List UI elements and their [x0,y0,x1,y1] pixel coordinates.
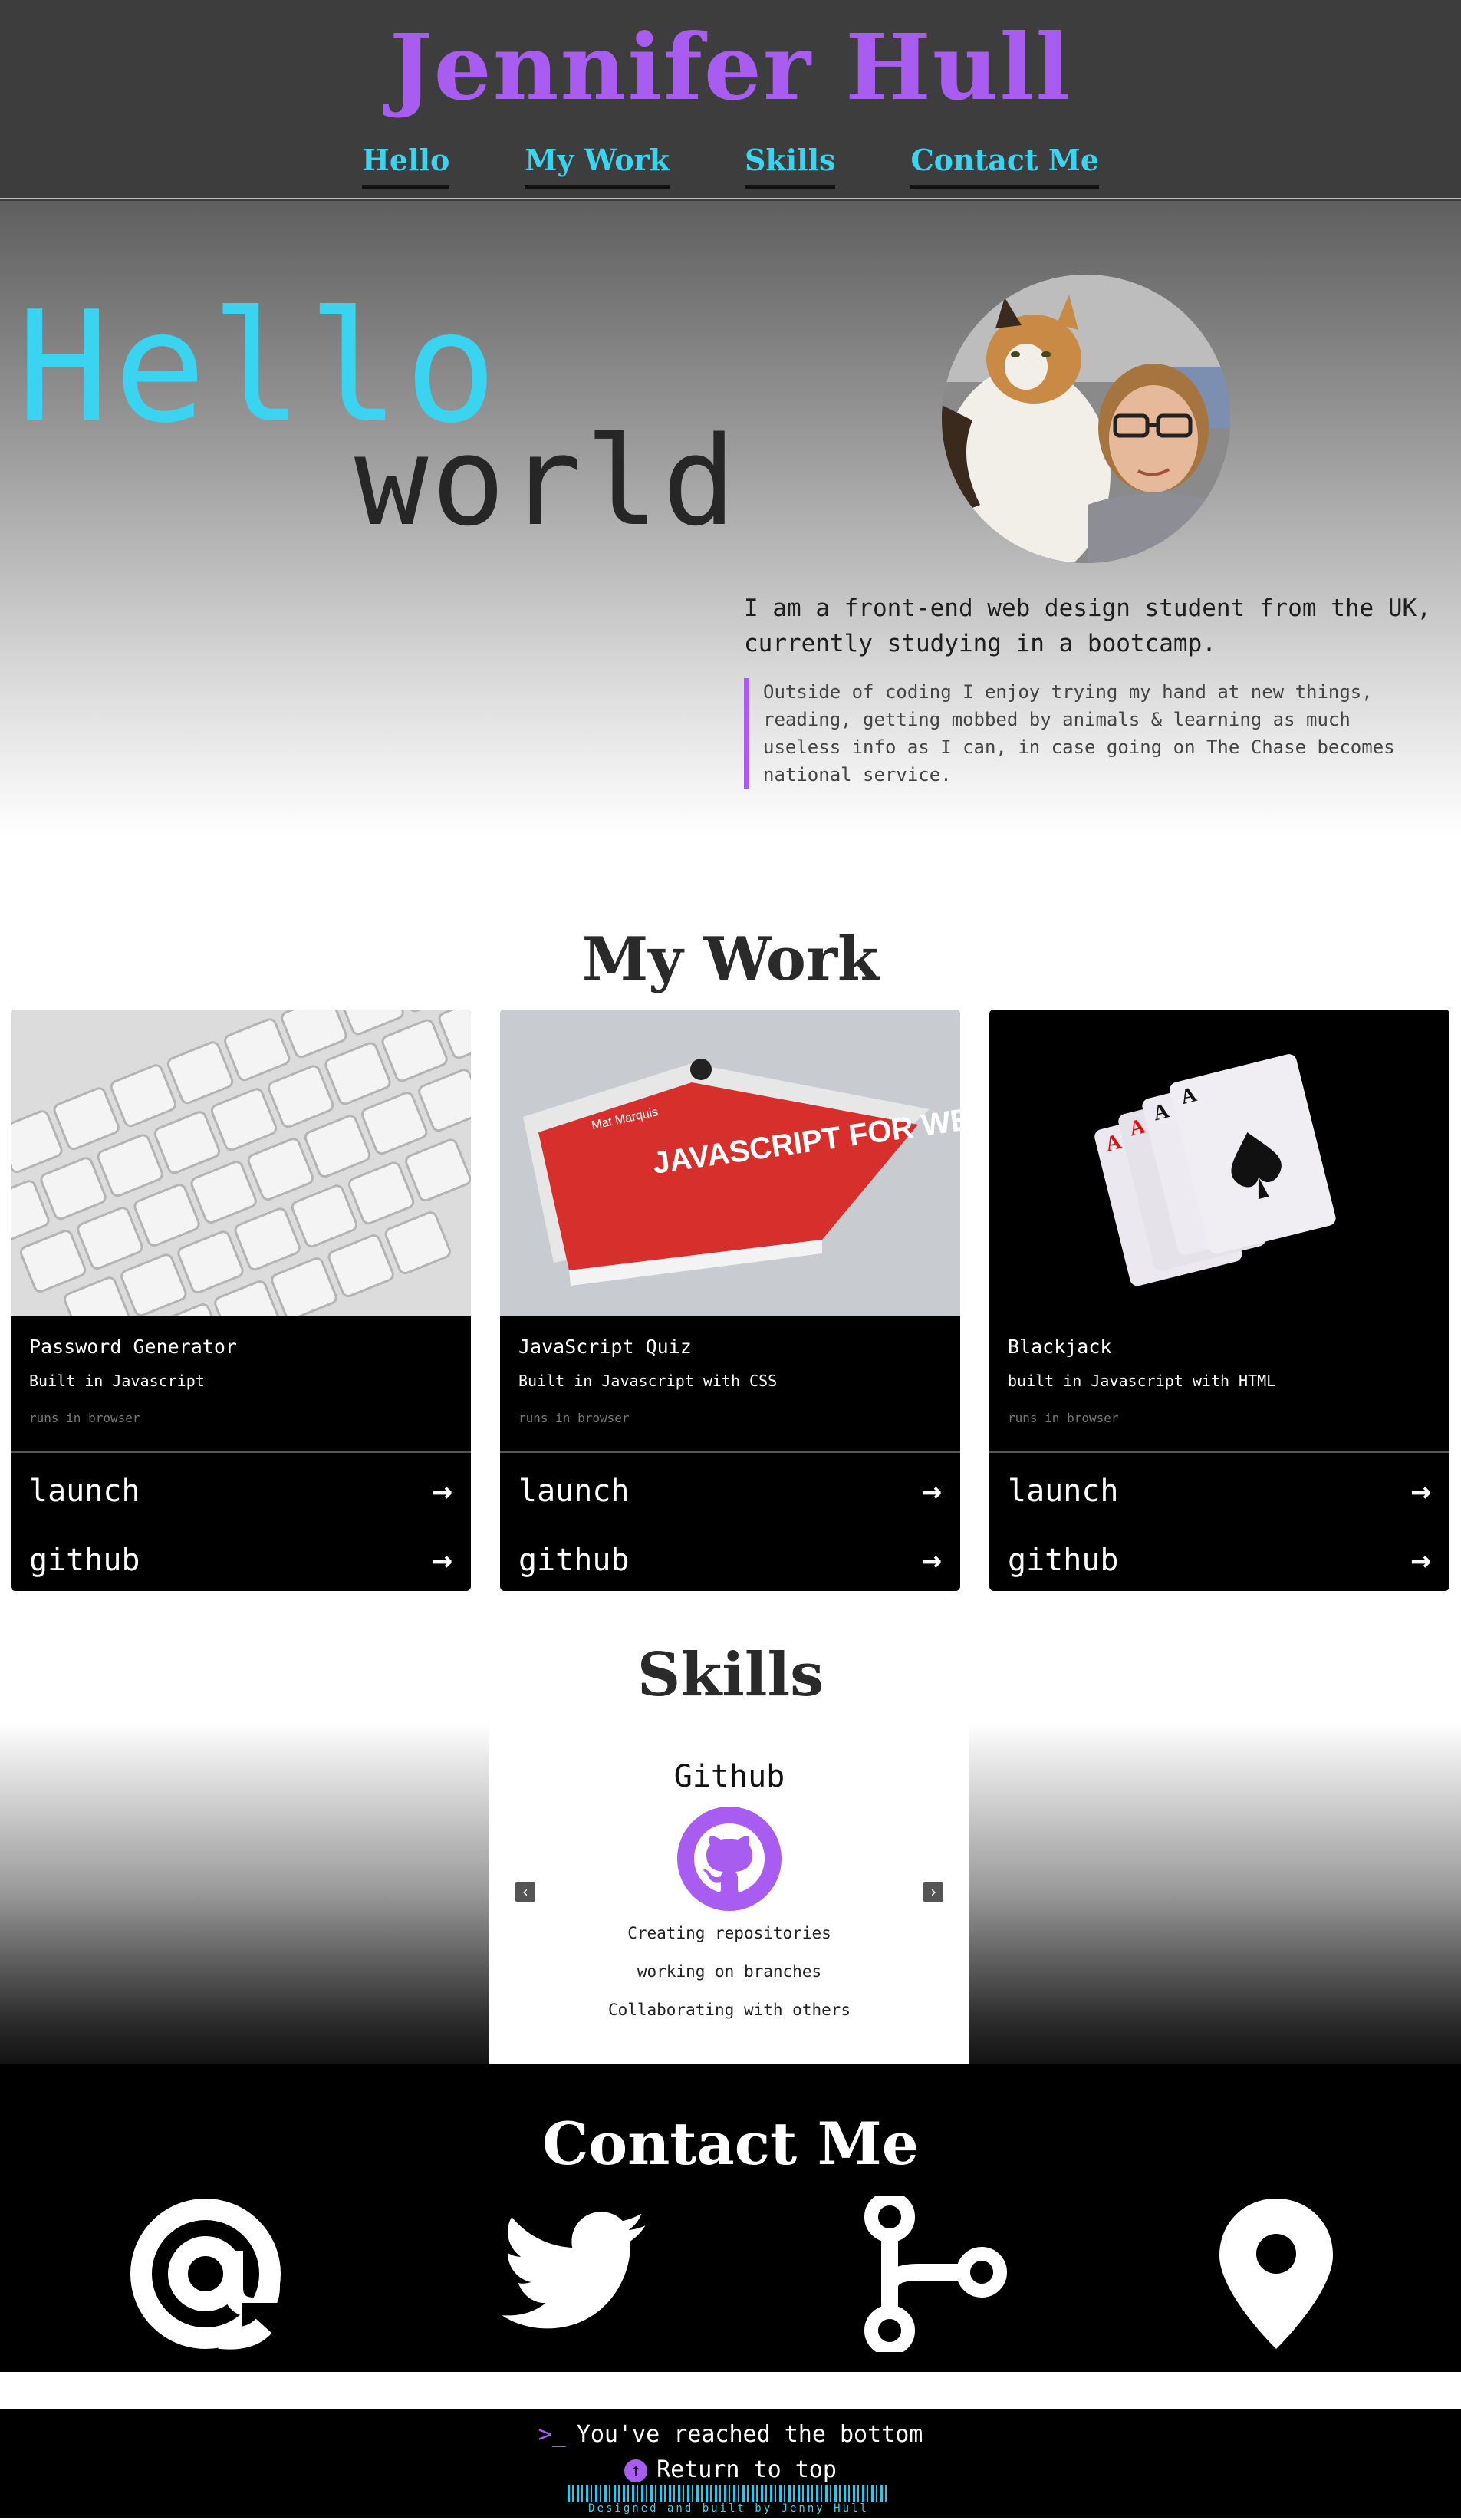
project-image-book: JAVASCRIPT FOR WEB DESIGNERS Mat Marquis [500,1010,960,1316]
github-link[interactable]: github → [29,1537,452,1583]
site-title: Jennifer Hull [389,14,1072,120]
footer-credit-text: Designed and built by Jenny Hull [568,2502,890,2515]
nav-link-hello[interactable]: Hello [362,143,450,189]
launch-label: launch [518,1474,630,1509]
footer-credit-barcode: Designed and built by Jenny Hull [568,2485,890,2515]
skills-carousel: Github Creating repositories working on … [489,1722,969,2064]
launch-label: launch [29,1474,140,1509]
github-link[interactable]: github → [1008,1537,1431,1583]
section-title-skills: Skills [637,1640,824,1710]
card-divider [11,1451,471,1453]
bottom-text: You've reached the bottom [576,2421,923,2448]
nav-link-contact-me[interactable]: Contact Me [910,143,1099,189]
github-label: github [518,1543,630,1578]
contact-section: Contact Me [0,2064,1461,2372]
hero-section: Hello world I am a front-end web design … [0,201,1461,891]
project-runtime: runs in browser [29,1411,140,1425]
launch-link[interactable]: launch → [518,1468,942,1514]
git-branch-icon[interactable] [857,2192,1014,2356]
at-sign-icon[interactable] [127,2196,288,2355]
about-quote: Outside of coding I enjoy trying my hand… [744,678,1419,789]
arrow-right-icon: → [432,1540,453,1580]
project-name: Password Generator [29,1336,237,1358]
intro-text: I am a front-end web design student from… [744,595,1431,657]
project-card-blackjack: A A A A Blackjack built in Javascript wi… [989,1010,1449,1591]
project-description: built in Javascript with HTML [1008,1372,1276,1390]
github-label: github [29,1543,140,1578]
project-name: Blackjack [1008,1336,1112,1358]
arrow-right-icon: → [921,1471,943,1510]
return-to-top-label: Return to top [656,2456,837,2483]
launch-link[interactable]: launch → [1008,1468,1431,1514]
project-description: Built in Javascript [29,1372,205,1390]
project-image-cards: A A A A [989,1010,1449,1316]
skill-item: Creating repositories [627,1924,831,1942]
nav-link-skills[interactable]: Skills [744,143,836,189]
site-header: Jennifer Hull Hello My Work Skills Conta… [0,0,1461,201]
section-title-contact-me: Contact Me [541,2110,920,2178]
map-pin-icon[interactable] [1215,2196,1338,2355]
github-label: github [1008,1543,1119,1578]
project-name: JavaScript Quiz [518,1336,692,1358]
skill-item: Collaborating with others [607,2001,851,2019]
github-link[interactable]: github → [518,1537,942,1583]
arrow-right-icon: → [1410,1471,1432,1510]
skill-item: working on branches [637,1962,822,1981]
launch-link[interactable]: launch → [29,1468,452,1514]
arrow-up-circle-icon: ↑ [624,2459,648,2482]
carousel-prev-icon[interactable]: ‹ [515,1882,535,1902]
twitter-icon[interactable] [495,2196,652,2355]
nav-link-my-work[interactable]: My Work [525,143,670,189]
skill-name: Github [673,1759,785,1794]
project-runtime: runs in browser [518,1411,630,1425]
project-card-javascript-quiz: JAVASCRIPT FOR WEB DESIGNERS Mat Marquis… [500,1010,960,1591]
project-image-keyboard [11,1010,471,1316]
profile-photo [942,275,1230,563]
carousel-next-icon[interactable]: › [923,1882,943,1902]
project-card-password-generator: Password Generator Built in Javascript r… [11,1010,471,1591]
arrow-right-icon: → [1410,1540,1432,1580]
github-icon [677,1807,782,1911]
card-divider [500,1451,960,1453]
project-description: Built in Javascript with CSS [518,1372,778,1390]
hero-world: world [354,410,739,553]
arrow-right-icon: → [432,1471,453,1510]
project-runtime: runs in browser [1008,1411,1119,1425]
terminal-prompt-icon: >_ [538,2421,566,2448]
launch-label: launch [1008,1474,1119,1509]
header-divider [0,198,1461,199]
main-nav: Hello My Work Skills Contact Me [0,143,1461,189]
footer-bottom-message: >_ You've reached the bottom [0,2421,1461,2448]
return-to-top-link[interactable]: ↑ Return to top [0,2456,1461,2483]
arrow-right-icon: → [921,1540,943,1580]
section-title-my-work: My Work [581,924,880,994]
site-footer: >_ You've reached the bottom ↑ Return to t… [0,2409,1461,2518]
card-divider [989,1451,1449,1453]
